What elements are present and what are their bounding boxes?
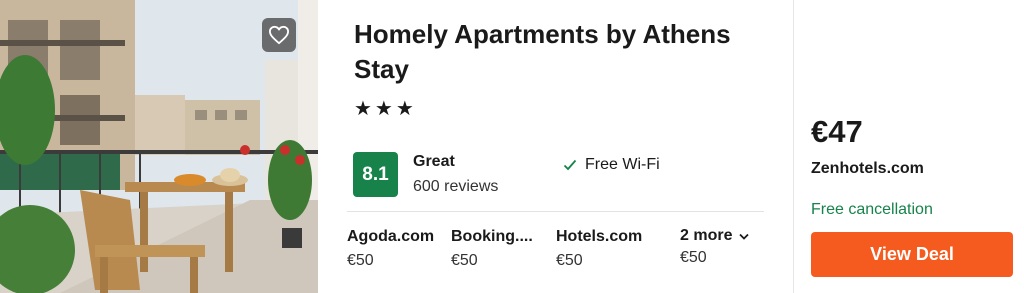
amenity-free-wifi: Free Wi-Fi xyxy=(563,156,660,174)
more-providers-label-row: 2 more xyxy=(680,227,780,245)
provider-agoda[interactable]: Agoda.com €50 xyxy=(347,228,447,270)
deal-panel: €47 Zenhotels.com Free cancellation View… xyxy=(811,0,1021,293)
provider-booking[interactable]: Booking.... €50 xyxy=(451,228,551,270)
free-cancellation-label: Free cancellation xyxy=(811,201,933,218)
deal-provider: Zenhotels.com xyxy=(811,160,924,177)
review-count[interactable]: 600 reviews xyxy=(413,178,498,196)
amenity-label: Free Wi-Fi xyxy=(585,156,660,173)
provider-price: €50 xyxy=(347,252,374,269)
more-providers-button[interactable]: 2 more €50 xyxy=(680,227,780,267)
column-divider xyxy=(793,0,794,293)
divider xyxy=(347,211,764,212)
more-providers-price: €50 xyxy=(680,249,707,266)
provider-price: €50 xyxy=(556,252,583,269)
more-providers-label: 2 more xyxy=(680,227,733,244)
provider-name: Booking.... xyxy=(451,228,533,245)
provider-name: Agoda.com xyxy=(347,228,435,245)
deal-price: €47 xyxy=(811,114,863,149)
hotel-name[interactable]: Homely Apartments by Athens Stay xyxy=(354,17,754,87)
favorite-button[interactable] xyxy=(262,18,296,52)
provider-name: Hotels.com xyxy=(556,228,643,245)
review-score-label: Great xyxy=(413,153,455,170)
check-icon xyxy=(563,159,577,171)
hotel-photo[interactable] xyxy=(0,0,318,293)
view-deal-button[interactable]: View Deal xyxy=(811,232,1013,277)
hotel-result-card: Homely Apartments by Athens Stay ★★★ 8.1… xyxy=(0,0,1024,293)
hotel-star-rating: ★★★ xyxy=(354,98,417,120)
hotel-info: Homely Apartments by Athens Stay ★★★ 8.1… xyxy=(347,0,767,293)
review-score-badge: 8.1 xyxy=(353,152,398,197)
chevron-down-icon xyxy=(739,233,750,240)
heart-icon xyxy=(268,25,290,45)
provider-price: €50 xyxy=(451,252,478,269)
provider-hotels[interactable]: Hotels.com €50 xyxy=(556,228,656,270)
